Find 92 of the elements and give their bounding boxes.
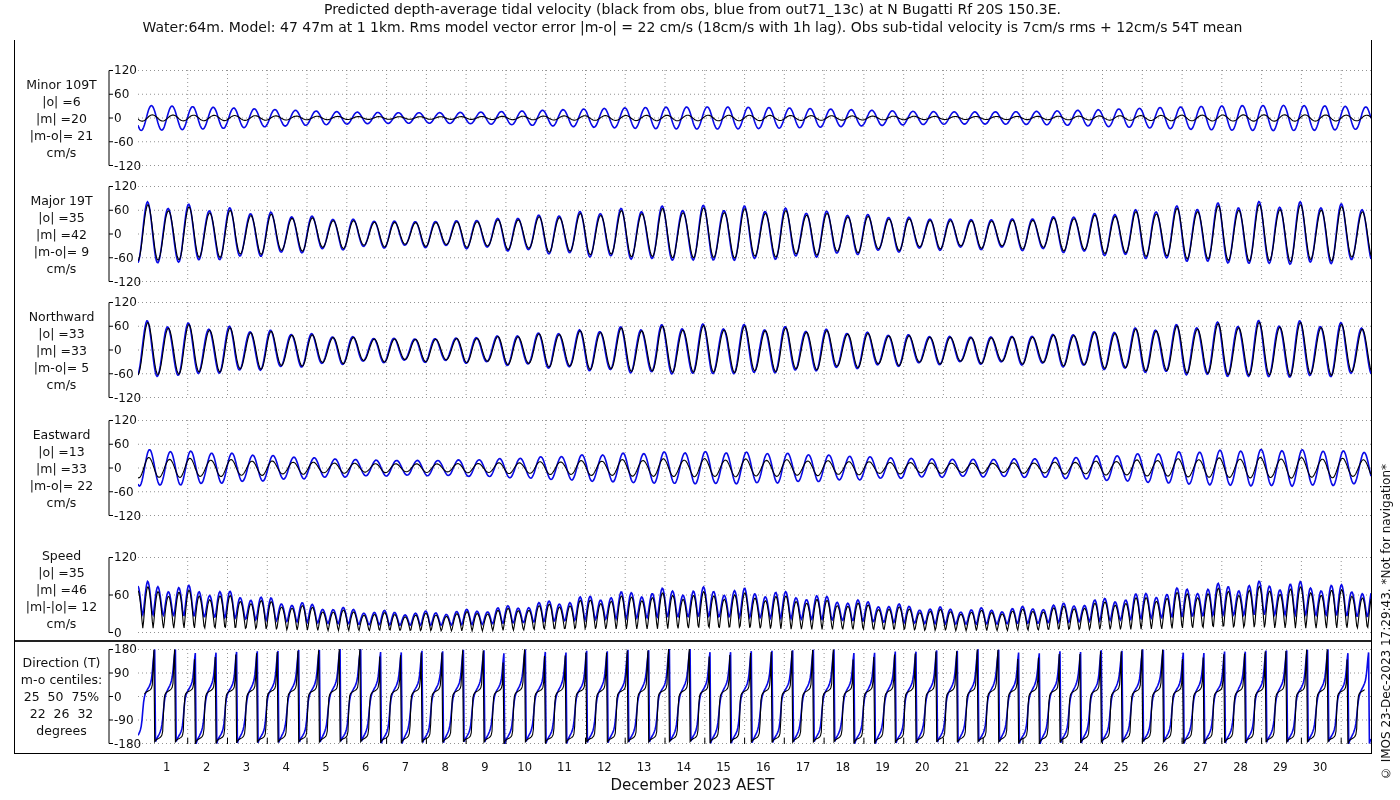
x-tick-label: 25 (1112, 760, 1130, 776)
panel-label: |m-o|= 9 (33, 242, 90, 260)
y-tick-label: 120 (114, 63, 138, 77)
y-tick-label: -60 (114, 251, 135, 265)
x-tick-label: 19 (874, 760, 891, 776)
panel-label: Eastward (32, 425, 91, 443)
panel-label: degrees (36, 722, 87, 739)
x-tick-label: 20 (914, 760, 931, 776)
panel-label: |o| =6 (42, 92, 81, 110)
chart-title: Predicted depth-average tidal velocity (black from obs, blue from out71_13c) at N Bugatti Rf 20S 150.3E. (323, 0, 1062, 18)
x-tick-label: 22 (993, 760, 1011, 776)
panel-label: 22 26 32 (29, 705, 94, 722)
y-tick-label: 0 (114, 626, 123, 640)
x-tick-label: 14 (675, 760, 693, 776)
y-tick-label: 120 (114, 550, 137, 564)
x-tick-label: 30 (1311, 760, 1329, 776)
y-tick-label: 0 (114, 343, 123, 357)
panel-label: 25 50 75% (23, 688, 100, 705)
panel-label: Minor 109T (26, 75, 97, 93)
y-tick-label: 60 (114, 203, 131, 217)
x-tick-label: 12 (595, 760, 613, 776)
y-tick-label: -90 (114, 713, 135, 728)
chart-subtitle: Water:64m. Model: 47 47m at 1 1km. Rms model vector error |m-o| = 22 cm/s (18cm/s with 1h lag). Obs sub-tidal velocity is 7cm/s rms + 12cm/s 54T mean (142, 18, 1243, 36)
x-tick-label: 28 (1232, 760, 1249, 776)
panel-label: |o| =33 (38, 324, 85, 342)
x-tick-label: 21 (953, 760, 971, 776)
panel-label: |m| =33 (36, 459, 87, 477)
y-tick-label: 0 (114, 689, 123, 704)
y-tick-label: 180 (114, 642, 138, 656)
x-tick-label: 6 (360, 760, 371, 776)
panel-label: |m| =20 (36, 109, 87, 127)
x-tick-label: 16 (754, 760, 772, 776)
x-tick-label: 24 (1073, 760, 1090, 776)
x-tick-label: 13 (635, 760, 653, 776)
y-tick-label: 0 (114, 227, 123, 241)
panel-label: |o| =35 (38, 208, 85, 226)
panel-label: |o| =35 (38, 563, 85, 581)
copyright-note: © IMOS 23-Dec-2023 17:29:43. *Not for navigation* (1378, 463, 1393, 780)
y-tick-label: 0 (114, 111, 123, 125)
y-tick-label: -120 (114, 159, 142, 173)
y-tick-label: -60 (114, 135, 135, 149)
panel-label: cm/s (46, 614, 77, 632)
y-tick-label: 60 (114, 87, 131, 101)
x-tick-label: 18 (834, 760, 852, 776)
y-tick-label: 120 (114, 295, 138, 309)
x-tick-label: 8 (440, 760, 450, 776)
panel-label: Northward (28, 307, 95, 325)
panel-label: |m-o|= 21 (29, 126, 94, 144)
panel-label: Major 19T (30, 191, 93, 209)
panel-label: |m-o|= 22 (29, 476, 94, 494)
x-tick-label: 1 (162, 760, 172, 776)
x-axis-title: December 2023 AEST (610, 776, 775, 794)
x-tick-label: 17 (794, 760, 812, 776)
y-tick-label: 120 (114, 179, 138, 193)
x-tick-label: 23 (1033, 760, 1050, 776)
x-tick-label: 27 (1192, 760, 1209, 776)
panel-label: cm/s (46, 259, 77, 277)
x-tick-label: 7 (400, 760, 411, 776)
x-tick-label: 10 (516, 760, 533, 776)
x-tick-label: 5 (321, 760, 331, 776)
panel-label: |m| =46 (36, 580, 87, 598)
panel-label: |m|-|o|= 12 (25, 597, 98, 615)
panel-label: Direction (T) (22, 654, 101, 671)
y-tick-label: -120 (114, 509, 142, 523)
y-tick-label: 60 (114, 588, 131, 602)
x-tick-label: 4 (281, 760, 291, 776)
y-tick-label: 60 (114, 319, 131, 333)
panel-label: Speed (41, 546, 82, 564)
panel-label: m-o centiles: (20, 671, 103, 688)
y-tick-label: -180 (114, 737, 142, 751)
x-tick-label: 9 (480, 760, 490, 776)
x-tick-label: 15 (715, 760, 732, 776)
x-tick-label: 3 (241, 760, 251, 776)
y-tick-label: 120 (114, 413, 138, 427)
y-tick-label: -60 (114, 367, 135, 381)
x-tick-label: 11 (556, 760, 573, 776)
panel-label: cm/s (46, 493, 77, 511)
x-tick-label: 2 (201, 760, 212, 776)
y-tick-label: 90 (114, 665, 131, 680)
x-tick-label: 26 (1152, 760, 1170, 776)
y-tick-label: -120 (114, 275, 142, 289)
y-tick-label: 0 (114, 461, 123, 475)
panel-label: |m| =33 (36, 341, 87, 359)
panel-label: |m-o|= 5 (33, 358, 90, 376)
panel-label: cm/s (46, 143, 77, 161)
y-tick-label: -60 (114, 485, 135, 499)
panel-label: cm/s (46, 375, 77, 393)
y-tick-label: 60 (114, 437, 131, 451)
panel-label: |o| =13 (38, 442, 85, 460)
y-tick-label: -120 (114, 391, 142, 405)
panel-label: |m| =42 (36, 225, 87, 243)
x-tick-label: 29 (1271, 760, 1289, 776)
